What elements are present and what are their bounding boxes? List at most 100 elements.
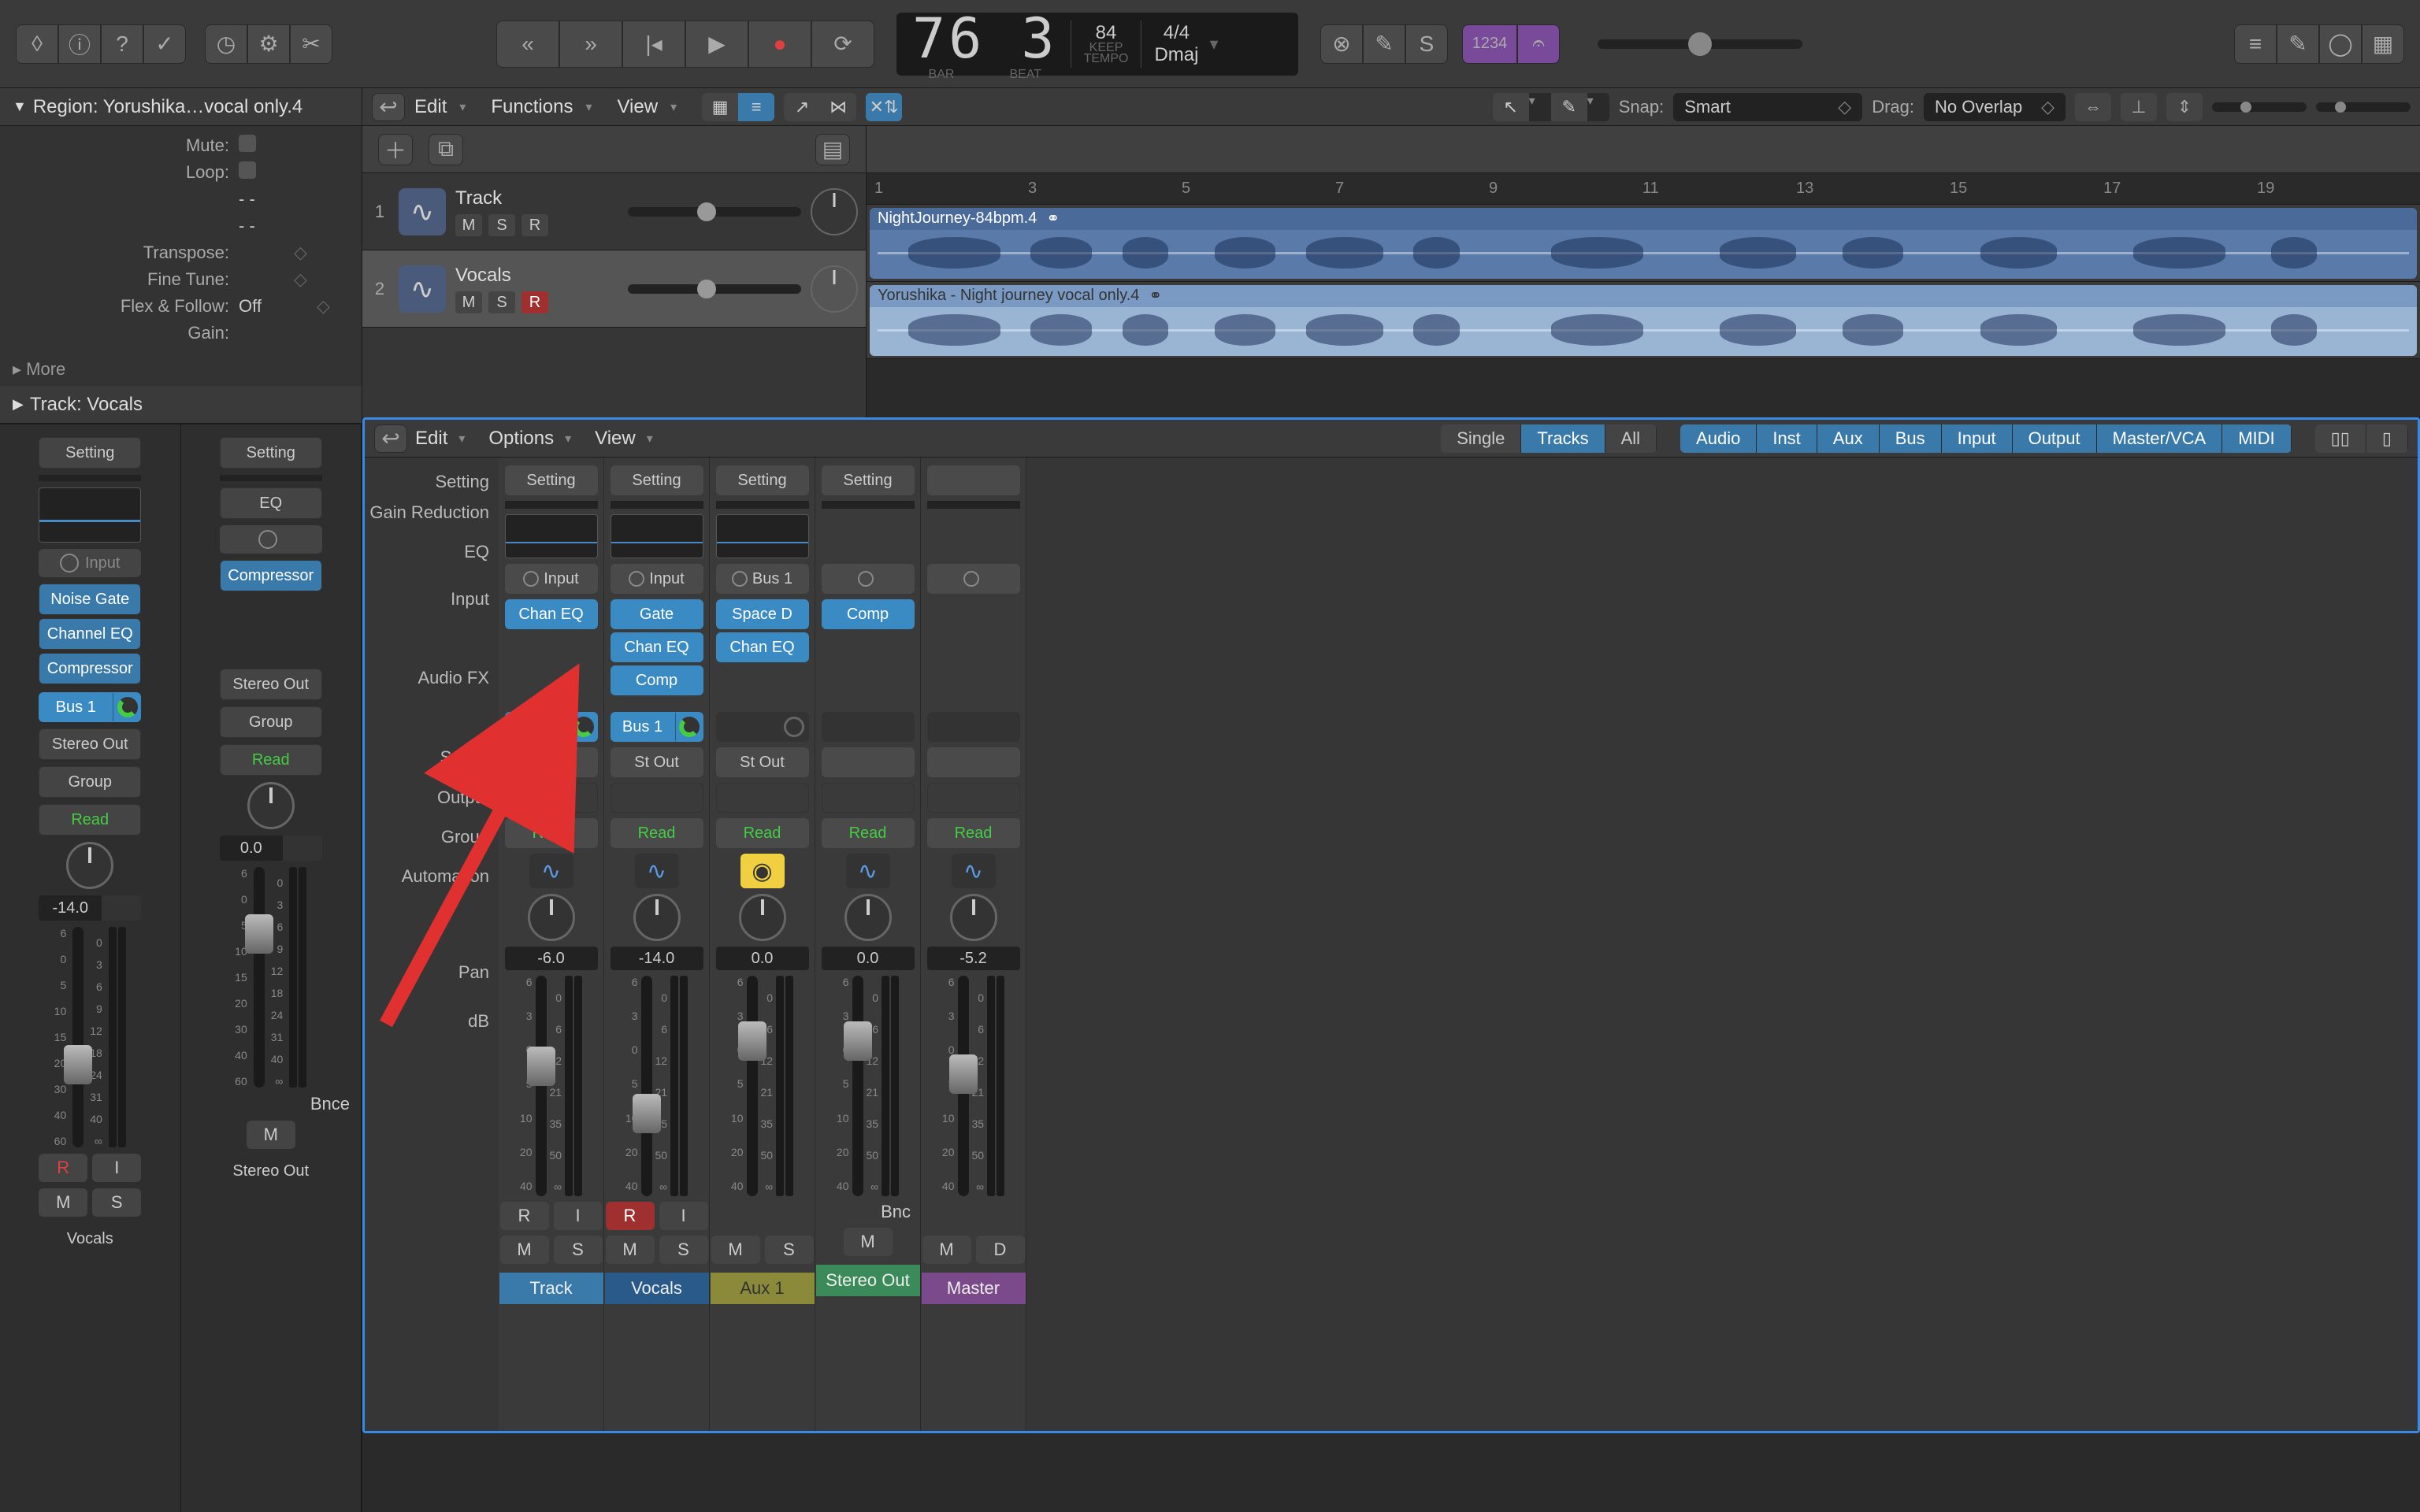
automation-mode[interactable]: Read [716, 818, 809, 848]
fader[interactable]: 6305102040 0612213550∞ [820, 976, 915, 1196]
send-slot[interactable]: Bus 1 [611, 712, 703, 742]
monitor-icon[interactable]: ◉ [740, 854, 785, 888]
track-volume[interactable] [628, 207, 801, 217]
filter-icon[interactable]: ✕⇅ [866, 93, 902, 121]
send-slot[interactable]: Bus 1 [39, 692, 141, 722]
group-slot[interactable] [822, 783, 915, 813]
fader[interactable]: 605101520304060 03691218243140∞ [235, 867, 306, 1088]
group-slot[interactable]: Group [39, 766, 141, 798]
automation-mode[interactable]: Read [611, 818, 703, 848]
s-button[interactable]: S [659, 1236, 708, 1264]
pointer-tool[interactable]: ↖ [1493, 93, 1529, 121]
output-slot[interactable]: St Out [505, 747, 598, 777]
eq-thumbnail[interactable] [716, 514, 809, 558]
m-button[interactable]: M [39, 1188, 87, 1217]
fx-slot[interactable]: Comp [611, 665, 703, 695]
global-tracks-button[interactable]: ▤ [815, 134, 850, 165]
help-icon[interactable]: ? [101, 24, 143, 64]
sliders-icon[interactable]: ⚙ [247, 24, 290, 64]
view-menu[interactable]: View [617, 96, 658, 118]
m-button[interactable]: M [500, 1236, 549, 1264]
track-header[interactable]: 2 ∿ Vocals MSR [362, 250, 866, 328]
eq-slot[interactable]: EQ [220, 487, 322, 519]
zoom-fit-icon[interactable]: ⊥ [2121, 93, 2157, 121]
pan-knob[interactable] [633, 894, 681, 941]
fx-slot[interactable]: Comp [822, 599, 915, 629]
pan-knob[interactable] [66, 842, 113, 889]
group-slot[interactable]: Group [220, 706, 322, 738]
automation-mode[interactable]: Read [822, 818, 915, 848]
audio-region[interactable]: Yorushika - Night journey vocal only.4⚭ [870, 285, 2417, 356]
send-slot[interactable]: Bus 1 [505, 712, 598, 742]
eq-thumbnail[interactable] [505, 514, 598, 558]
m-button[interactable]: M [922, 1236, 971, 1264]
pan-knob[interactable] [950, 894, 997, 941]
input-slot[interactable]: Input [505, 564, 598, 594]
setting-slot[interactable]: Setting [220, 437, 322, 469]
group-slot[interactable] [927, 783, 1020, 813]
monitor-icon[interactable]: ∿ [952, 854, 996, 888]
setting-slot[interactable]: Setting [505, 465, 598, 495]
info-icon[interactable]: ⓘ [58, 24, 101, 64]
track-pan-knob[interactable] [811, 265, 858, 313]
setting-slot[interactable]: Setting [716, 465, 809, 495]
m-button[interactable]: M [711, 1236, 760, 1264]
output-slot[interactable]: St Out [716, 747, 809, 777]
mixer-filter-tab[interactable]: Master/VCA [2097, 424, 2223, 453]
pan-knob[interactable] [528, 894, 575, 941]
fader[interactable]: 6305102040 0612213550∞ [714, 976, 810, 1196]
file-icon[interactable]: ◊ [16, 24, 58, 64]
input-slot[interactable]: Bus 1 [716, 564, 809, 594]
fader[interactable]: 6305102040 0612213550∞ [503, 976, 599, 1196]
fx-slot[interactable]: Compressor [220, 560, 322, 591]
automation-mode[interactable]: Read [39, 804, 141, 836]
list-icon[interactable]: ≡ [2234, 24, 2277, 64]
pan-knob[interactable] [739, 894, 786, 941]
mixer-filter-tab[interactable]: MIDI [2222, 424, 2291, 453]
region-header[interactable]: ▼ Region: Yorushika…vocal only.4 [0, 88, 362, 126]
mixer-view-tab[interactable]: All [1605, 424, 1657, 453]
cycle-button[interactable]: ⟳ [811, 20, 874, 68]
loop-icon[interactable]: ◯ [2319, 24, 2362, 64]
input-slot[interactable] [822, 564, 915, 594]
view-mode-2[interactable]: ≡ [738, 93, 774, 121]
fx-slot[interactable]: Chan EQ [716, 632, 809, 662]
eq-thumbnail[interactable] [39, 487, 141, 543]
r-button[interactable]: R [521, 214, 548, 236]
r-button[interactable]: R [39, 1154, 87, 1182]
metronome-icon[interactable]: ◷ [205, 24, 247, 64]
output-slot[interactable]: Stereo Out [39, 728, 141, 760]
mixer-view-tab[interactable]: Tracks [1521, 424, 1605, 453]
fx-slot[interactable]: Channel EQ [39, 618, 141, 650]
m-button[interactable]: M [844, 1228, 893, 1256]
r-button[interactable]: R [500, 1202, 549, 1230]
mixer-view-menu[interactable]: View [595, 428, 636, 450]
s-button[interactable]: S [488, 214, 515, 236]
play-button[interactable]: ▶ [685, 20, 748, 68]
mixer-options-menu[interactable]: Options [488, 428, 554, 450]
automation-mode[interactable]: Read [927, 818, 1020, 848]
track-header[interactable]: 1 ∿ Track MSR [362, 173, 866, 250]
fader[interactable]: 605101520304060 03691218243140∞ [54, 927, 126, 1147]
fader[interactable]: 6305102040 0612213550∞ [926, 976, 1021, 1196]
note-icon[interactable]: ✎ [2277, 24, 2319, 64]
r-button[interactable]: R [606, 1202, 655, 1230]
i-button[interactable]: I [659, 1202, 708, 1230]
m-button[interactable]: M [247, 1121, 295, 1149]
wand-icon[interactable]: ✎ [1363, 24, 1405, 64]
group-slot[interactable] [611, 783, 703, 813]
mixer-edit-menu[interactable]: Edit [415, 428, 447, 450]
fx-slot[interactable]: Space D [716, 599, 809, 629]
mixer-layout-1[interactable]: ▯▯ [2315, 424, 2366, 453]
solo-mode-button[interactable]: S [1405, 24, 1448, 64]
automation-mode[interactable]: Read [505, 818, 598, 848]
forward-button[interactable]: » [559, 20, 622, 68]
edit-menu[interactable]: Edit [414, 96, 447, 118]
input-slot[interactable]: Input [611, 564, 703, 594]
mixer-filter-tab[interactable]: Bus [1880, 424, 1942, 453]
back-arrow-icon[interactable]: ↩ [372, 93, 405, 121]
i-button[interactable]: I [554, 1202, 603, 1230]
setting-slot[interactable]: Setting [822, 465, 915, 495]
zoom-h-icon[interactable]: ⇔ [2075, 93, 2111, 121]
fx-slot[interactable]: Chan EQ [611, 632, 703, 662]
